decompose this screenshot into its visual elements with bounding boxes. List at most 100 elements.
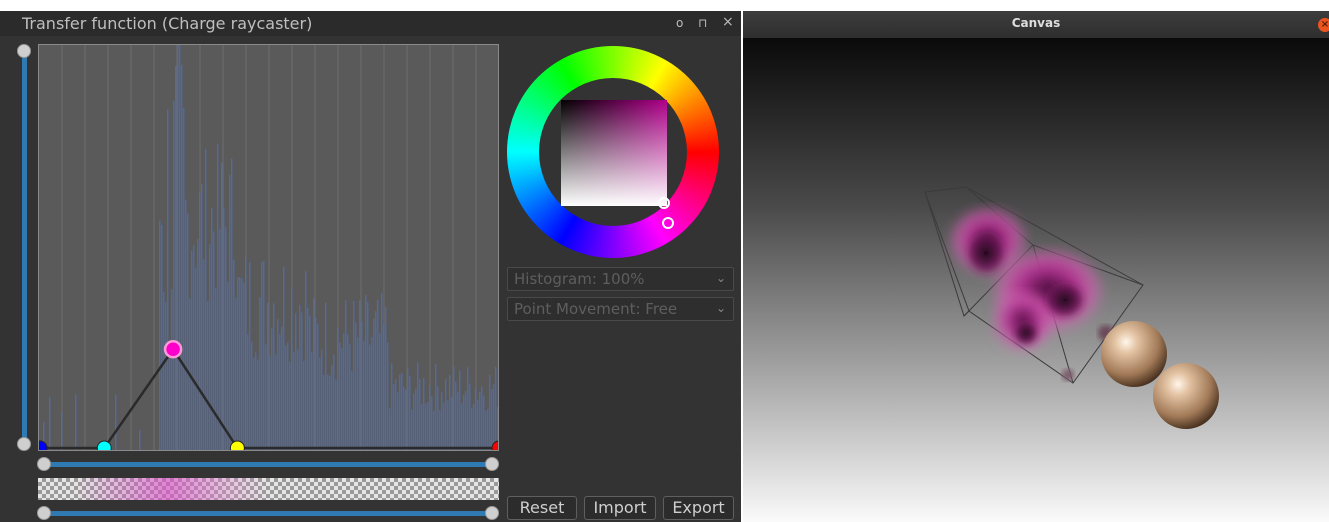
atom-sphere xyxy=(1101,321,1167,387)
histogram-bar xyxy=(427,401,429,450)
reset-button[interactable]: Reset xyxy=(507,496,577,520)
histogram-bar xyxy=(259,297,261,450)
saturation-value-marker[interactable] xyxy=(658,197,670,209)
pin-icon[interactable]: ⊓ xyxy=(698,16,707,30)
histogram-bar xyxy=(241,278,243,450)
histogram-bar xyxy=(395,379,397,450)
histogram-bar xyxy=(493,384,495,450)
control-point[interactable] xyxy=(229,440,245,451)
histogram-bar xyxy=(263,260,265,450)
histogram-plot[interactable] xyxy=(39,45,499,451)
zoom-range-slider[interactable] xyxy=(44,511,492,516)
histogram-bar xyxy=(273,303,275,450)
histogram-bar xyxy=(387,342,389,450)
histogram-bar xyxy=(375,311,377,450)
histogram-bar xyxy=(231,158,233,450)
histogram-bar xyxy=(447,400,449,450)
histogram-bar xyxy=(461,403,463,450)
histogram-bar xyxy=(255,352,257,450)
atom-sphere xyxy=(1153,363,1219,429)
histogram-bar xyxy=(355,322,357,450)
histogram-bar xyxy=(277,319,279,450)
histogram-bar xyxy=(309,315,311,450)
histogram-bar xyxy=(171,289,173,450)
hue-marker[interactable] xyxy=(662,217,674,229)
histogram-bar xyxy=(271,328,273,450)
chevron-down-icon: ⌄ xyxy=(715,301,726,315)
histogram-bar xyxy=(249,262,251,450)
histogram-dropdown[interactable]: Histogram: 100% ⌄ xyxy=(507,267,734,291)
alpha-range-slider[interactable] xyxy=(22,50,27,444)
histogram-dropdown-label: Histogram: 100% xyxy=(514,270,645,288)
histogram-bar xyxy=(467,367,469,450)
histogram-bar xyxy=(363,340,365,450)
histogram-bar xyxy=(291,287,293,450)
value-max-handle[interactable] xyxy=(485,457,499,471)
histogram-bar xyxy=(435,364,437,450)
histogram-bar xyxy=(383,324,385,450)
histogram-bar xyxy=(379,332,381,450)
zoom-min-handle[interactable] xyxy=(37,506,51,520)
import-button[interactable]: Import xyxy=(584,496,656,520)
transfer-function-editor[interactable] xyxy=(38,44,499,451)
histogram-bar xyxy=(451,396,453,450)
point-movement-dropdown[interactable]: Point Movement: Free ⌄ xyxy=(507,297,734,321)
histogram-bar xyxy=(489,374,491,450)
histogram-bar xyxy=(247,334,249,450)
histogram-bar xyxy=(115,394,117,450)
histogram-bar xyxy=(431,396,433,450)
histogram-bar xyxy=(285,345,287,450)
float-icon[interactable]: o xyxy=(676,16,683,30)
histogram-bar xyxy=(269,355,271,450)
canvas-titlebar[interactable]: Canvas × xyxy=(743,11,1329,38)
histogram-bar xyxy=(203,259,205,450)
close-icon[interactable]: × xyxy=(722,14,734,30)
close-icon[interactable]: × xyxy=(1318,18,1329,32)
histogram-bar xyxy=(443,402,445,450)
histogram-bar xyxy=(353,301,355,450)
histogram-bar xyxy=(235,298,237,450)
histogram-bar xyxy=(485,410,487,450)
saturation-value-square[interactable] xyxy=(561,100,667,206)
histogram-bar xyxy=(495,366,497,450)
histogram-bar xyxy=(401,372,403,450)
canvas-title: Canvas xyxy=(1011,16,1061,30)
histogram-bar xyxy=(441,392,443,450)
histogram-bar xyxy=(381,292,383,450)
histogram-bar xyxy=(213,231,215,450)
histogram-bar xyxy=(267,302,269,450)
histogram-bar xyxy=(261,262,263,450)
histogram-bar xyxy=(399,374,401,450)
histogram-bar xyxy=(345,300,347,450)
export-button[interactable]: Export xyxy=(663,496,734,520)
transfer-function-panel: Transfer function (Charge raycaster) o ⊓… xyxy=(0,0,741,522)
histogram-bar xyxy=(347,334,349,450)
histogram-bar xyxy=(239,277,241,450)
histogram-bar xyxy=(463,394,465,450)
histogram-bar xyxy=(307,307,309,450)
volume-render[interactable] xyxy=(743,38,1329,522)
panel-titlebar[interactable]: Transfer function (Charge raycaster) o ⊓… xyxy=(0,0,741,36)
control-point[interactable] xyxy=(163,340,183,359)
histogram-bar xyxy=(417,362,419,450)
histogram-bar xyxy=(455,382,457,450)
histogram-bar xyxy=(173,100,175,450)
histogram-bar xyxy=(283,267,285,450)
histogram-bar xyxy=(487,408,489,450)
render-canvas[interactable] xyxy=(743,38,1329,522)
control-point[interactable] xyxy=(96,440,112,451)
control-point[interactable] xyxy=(39,440,48,451)
histogram-bar xyxy=(335,379,337,450)
histogram-bar xyxy=(221,162,223,450)
value-min-handle[interactable] xyxy=(37,457,51,471)
histogram-bar xyxy=(161,225,163,450)
alpha-min-handle[interactable] xyxy=(17,437,31,451)
histogram-bar xyxy=(299,304,301,450)
alpha-max-handle[interactable] xyxy=(17,44,31,58)
histogram-bar xyxy=(217,143,219,450)
histogram-bar xyxy=(201,184,203,450)
value-range-slider[interactable] xyxy=(44,462,492,467)
histogram-bar xyxy=(421,404,423,450)
histogram-bar xyxy=(365,294,367,450)
zoom-max-handle[interactable] xyxy=(485,506,499,520)
